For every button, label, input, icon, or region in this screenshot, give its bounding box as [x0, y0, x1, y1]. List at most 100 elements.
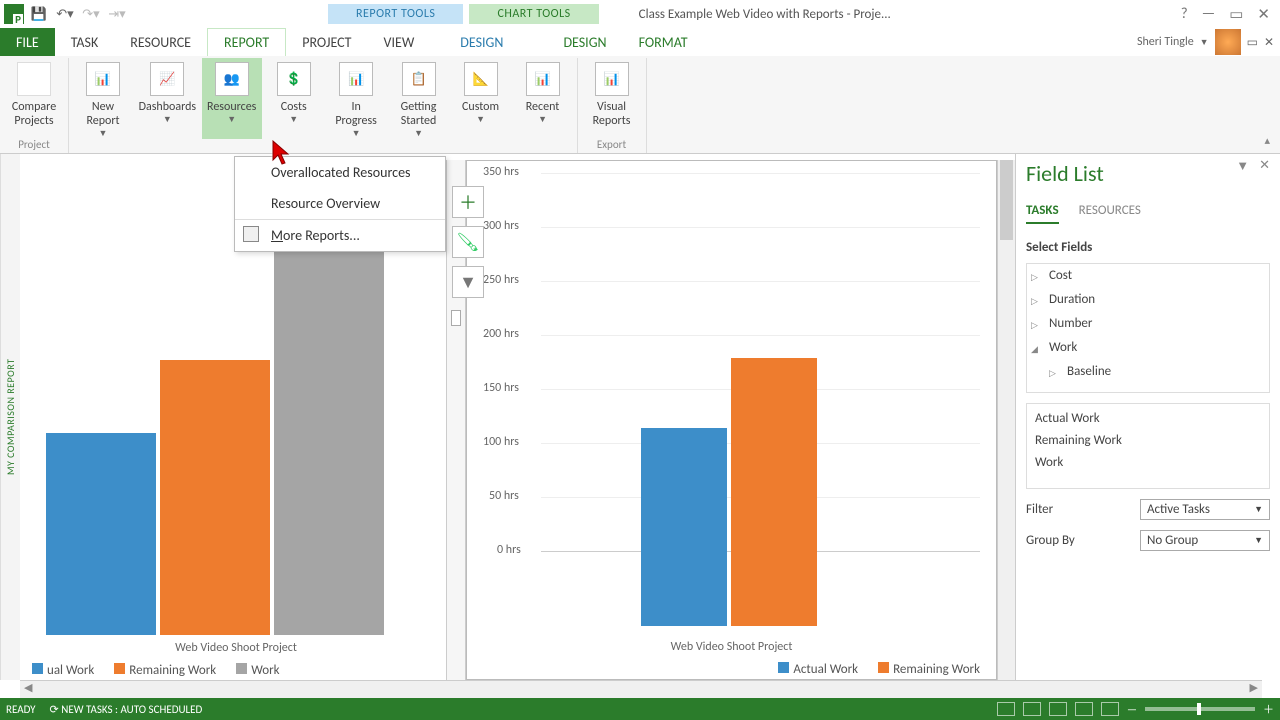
menu-resource-overview[interactable]: Resource Overview	[235, 188, 445, 219]
sel-field-work[interactable]: Work	[1035, 452, 1261, 474]
vertical-scrollbar[interactable]	[997, 160, 1015, 680]
view-btn-4[interactable]	[1075, 702, 1093, 716]
menu-overallocated-resources[interactable]: Overallocated Resources	[235, 157, 445, 188]
field-tree[interactable]: Cost Duration Number Work Baseline	[1026, 263, 1270, 393]
bar-actual-work-l	[46, 433, 156, 635]
chart-right[interactable]: 350 hrs 300 hrs 250 hrs 200 hrs 150 hrs …	[466, 160, 997, 680]
costs-button[interactable]: 💲Costs▼	[264, 58, 324, 139]
selected-fields[interactable]: Actual Work Remaining Work Work	[1026, 403, 1270, 489]
status-ready: READY	[6, 703, 36, 716]
work-area: MY COMPARISON REPORT Web Video Shoot Pro…	[0, 154, 1280, 680]
resources-dropdown-menu: Overallocated Resources Resource Overvie…	[234, 156, 446, 252]
tab-format[interactable]: FORMAT	[623, 28, 704, 56]
subwin-restore-icon[interactable]: ▭	[1247, 35, 1258, 50]
group-label-export: Export	[597, 138, 626, 153]
status-scheduling[interactable]: ⟳ NEW TASKS : AUTO SCHEDULED	[50, 703, 203, 716]
bar-remaining-work-r	[731, 358, 817, 626]
help-icon[interactable]: ?	[1181, 5, 1188, 24]
tab-report[interactable]: REPORT	[207, 28, 286, 56]
group-by-row: Group By No Group▼	[1026, 530, 1270, 551]
view-btn-2[interactable]	[1023, 702, 1041, 716]
tree-work[interactable]: Work	[1031, 336, 1269, 360]
resources-button[interactable]: 👥Resources▼	[202, 58, 262, 139]
tab-file[interactable]: FILE	[0, 28, 55, 56]
qat-more-icon[interactable]: ⇥▾	[106, 3, 128, 25]
tab-view[interactable]: VIEW	[368, 28, 431, 56]
group-label-view-reports	[322, 139, 325, 154]
tree-duration[interactable]: Duration	[1031, 288, 1269, 312]
pane-title: Field List	[1026, 160, 1270, 187]
save-icon[interactable]: 💾	[28, 3, 50, 25]
pane-close-icon[interactable]: ✕	[1259, 158, 1270, 174]
view-btn-5[interactable]	[1101, 702, 1119, 716]
tree-baseline[interactable]: Baseline	[1049, 360, 1269, 384]
chart-left-category: Web Video Shoot Project	[32, 635, 440, 659]
minimize-icon[interactable]: —	[1202, 5, 1216, 24]
user-area[interactable]: Sheri Tingle▼ ▭ ✕	[1137, 28, 1280, 56]
contextual-tab-labels: REPORT TOOLS CHART TOOLS	[328, 4, 599, 24]
zoom-slider[interactable]	[1145, 707, 1255, 711]
chart-right-category: Web Video Shoot Project	[473, 634, 990, 658]
tree-cost[interactable]: Cost	[1031, 264, 1269, 288]
menu-more-reports[interactable]: More Reports...	[235, 219, 445, 251]
status-bar: READY ⟳ NEW TASKS : AUTO SCHEDULED — ＋	[0, 698, 1280, 720]
chart-left-legend: ual Work Remaining Work Work	[32, 659, 440, 680]
chart-right-plot: 350 hrs 300 hrs 250 hrs 200 hrs 150 hrs …	[473, 165, 990, 634]
tab-task[interactable]: TASK	[55, 28, 115, 56]
view-btn-1[interactable]	[997, 702, 1015, 716]
group-by-select[interactable]: No Group▼	[1140, 530, 1270, 551]
pane-dropdown-icon[interactable]: ▼	[1236, 158, 1249, 174]
zoom-in-icon[interactable]: ＋	[1263, 701, 1274, 717]
side-report-label[interactable]: MY COMPARISON REPORT	[0, 154, 20, 680]
chart-filter-icon[interactable]: ▼	[452, 266, 484, 298]
getting-started-button[interactable]: 📋Getting Started▼	[389, 58, 449, 139]
ribbon-group-view-reports: 📊New Report▼ 📈Dashboards▼ 👥Resources▼ 💲C…	[69, 58, 578, 153]
in-progress-button[interactable]: 📊In Progress▼	[326, 58, 387, 139]
undo-icon[interactable]: ↶▾	[54, 3, 76, 25]
pane-tab-tasks[interactable]: TASKS	[1026, 203, 1059, 224]
ribbon: Compare Projects Project 📊New Report▼ 📈D…	[0, 56, 1280, 154]
pane-controls: ▼✕	[1236, 158, 1270, 174]
charts-area: Web Video Shoot Project ual Work Remaini…	[20, 154, 1015, 680]
view-btn-3[interactable]	[1049, 702, 1067, 716]
sel-field-remaining[interactable]: Remaining Work	[1035, 430, 1261, 452]
report-tools-label: REPORT TOOLS	[328, 4, 463, 24]
quick-access-toolbar: 💾 ↶▾ ↷▾ ⇥▾	[0, 3, 128, 25]
visual-reports-button[interactable]: 📊Visual Reports	[582, 58, 642, 138]
bar-remaining-work-l	[160, 360, 270, 635]
sel-field-actual[interactable]: Actual Work	[1035, 408, 1261, 430]
ribbon-tabs: FILE TASK RESOURCE REPORT PROJECT VIEW D…	[0, 28, 1280, 56]
close-icon[interactable]: ✕	[1257, 5, 1270, 24]
document-title: Class Example Web Video with Reports - P…	[639, 7, 891, 22]
zoom-out-icon[interactable]: —	[1127, 703, 1137, 716]
chevron-down-icon: ▼	[1254, 535, 1263, 546]
chart-plus-icon[interactable]: ＋	[452, 186, 484, 218]
user-dropdown-icon[interactable]: ▼	[1200, 37, 1209, 48]
dashboards-button[interactable]: 📈Dashboards▼	[135, 58, 200, 139]
select-fields-label: Select Fields	[1026, 240, 1270, 255]
chart-float-buttons: ＋ 🖌 ▼	[452, 186, 484, 298]
horizontal-scrollbar[interactable]	[20, 680, 1262, 698]
tab-project[interactable]: PROJECT	[286, 28, 367, 56]
subwin-close-icon[interactable]: ✕	[1264, 35, 1274, 50]
restore-icon[interactable]: ▭	[1229, 5, 1243, 24]
redo-icon[interactable]: ↷▾	[80, 3, 102, 25]
tab-design-report[interactable]: DESIGN	[444, 28, 519, 56]
chevron-down-icon: ▼	[1254, 504, 1263, 515]
pane-tab-resources[interactable]: RESOURCES	[1079, 203, 1141, 224]
new-report-button[interactable]: 📊New Report▼	[73, 58, 133, 139]
filter-row: Filter Active Tasks▼	[1026, 499, 1270, 520]
filter-select[interactable]: Active Tasks▼	[1140, 499, 1270, 520]
ribbon-group-export: 📊Visual Reports Export	[578, 58, 647, 153]
recent-button[interactable]: 📊Recent▼	[513, 58, 573, 139]
custom-button[interactable]: 📐Custom▼	[451, 58, 511, 139]
pane-tabs: TASKS RESOURCES	[1026, 203, 1270, 224]
compare-projects-button[interactable]: Compare Projects	[4, 58, 64, 138]
tab-resource[interactable]: RESOURCE	[114, 28, 207, 56]
tab-design-chart[interactable]: DESIGN	[547, 28, 622, 56]
more-reports-icon	[243, 226, 259, 242]
chart-brush-icon[interactable]: 🖌	[452, 226, 484, 258]
avatar[interactable]	[1215, 29, 1241, 55]
chart-right-legend: Actual Work Remaining Work	[473, 658, 990, 679]
tree-number[interactable]: Number	[1031, 312, 1269, 336]
